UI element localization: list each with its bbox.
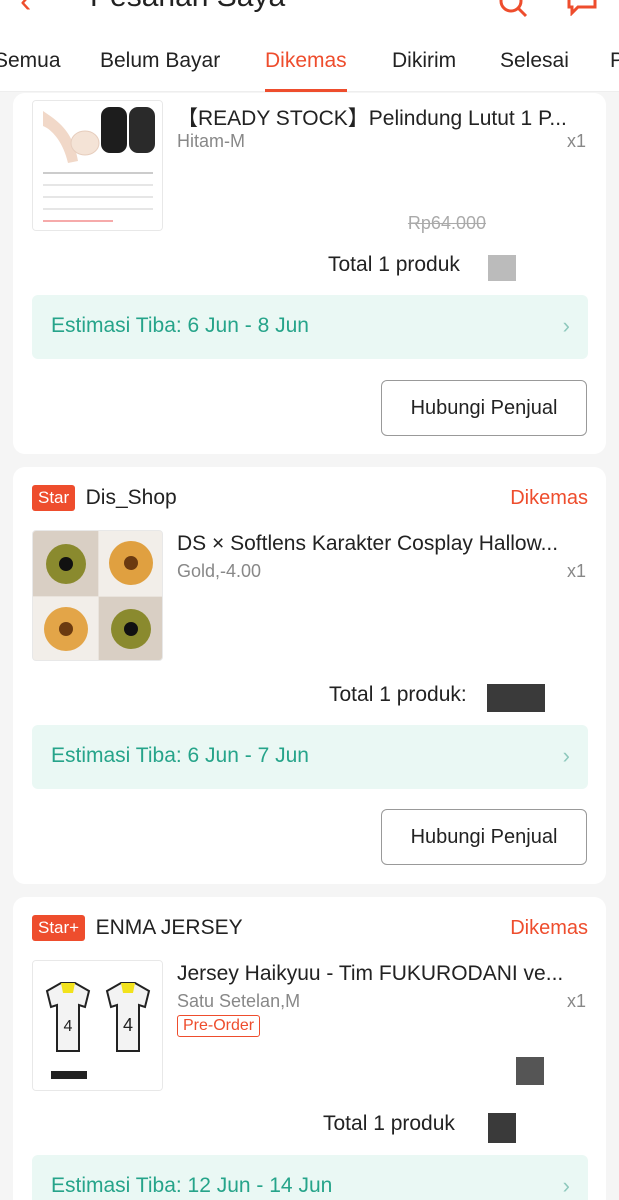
redacted-price [488,255,516,281]
redacted-price [487,684,545,712]
shop-name: ENMA JERSEY [95,916,243,939]
order-status: Dikemas [510,917,588,939]
chat-icon[interactable] [566,0,598,16]
eta-text: Estimasi Tiba: 6 Jun - 7 Jun [51,744,309,767]
page-title: Pesanan Saya [90,0,285,14]
tab-more[interactable]: P [610,49,619,92]
shop-header[interactable]: Star Dis_Shop Dikemas [32,485,588,513]
shop-badge: Star [32,485,76,511]
product-thumbnail[interactable]: 4 4 [32,960,163,1091]
tab-dikemas[interactable]: Dikemas [265,49,347,92]
tab-dikirim[interactable]: Dikirim [392,49,456,92]
order-total-label: Total 1 produk [328,253,460,276]
product-variant: Hitam-M [177,131,245,151]
softlens-image [33,531,162,660]
product-qty: x1 [566,991,586,1011]
product-qty: x1 [566,131,586,151]
eta-banner[interactable]: Estimasi Tiba: 6 Jun - 7 Jun › [32,725,588,789]
tab-selesai[interactable]: Selesai [500,49,569,92]
product-name[interactable]: 【READY STOCK】Pelindung Lutut 1 P... [177,102,587,132]
order-card: 【READY STOCK】Pelindung Lutut 1 P... Hita… [13,93,606,454]
contact-seller-button[interactable]: Hubungi Penjual [381,380,587,436]
contact-seller-button[interactable]: Hubungi Penjual [381,809,587,865]
product-name[interactable]: Jersey Haikyuu - Tim FUKURODANI ve... [177,962,587,986]
order-total-label: Total 1 produk [323,1112,455,1135]
order-card: Star+ ENMA JERSEY Dikemas 4 4 Jersey Hai… [13,897,606,1200]
tab-belum-bayar[interactable]: Belum Bayar [100,49,220,92]
eta-text: Estimasi Tiba: 6 Jun - 8 Jun [51,314,309,337]
top-bar: ‹ Pesanan Saya [0,0,619,36]
product-name[interactable]: DS × Softlens Karakter Cosplay Hallow... [177,532,587,556]
knee-pad-image [33,101,162,230]
order-card: Star Dis_Shop Dikemas DS × Softlens Kara… [13,467,606,884]
eta-banner[interactable]: Estimasi Tiba: 6 Jun - 8 Jun › [32,295,588,359]
svg-text:4: 4 [123,1015,133,1035]
order-status: Dikemas [510,487,588,509]
order-total-label: Total 1 produk: [329,683,467,706]
preorder-tag: Pre-Order [177,1015,261,1037]
eta-text: Estimasi Tiba: 12 Jun - 14 Jun [51,1174,333,1197]
chevron-right-icon: › [562,1173,570,1198]
search-icon[interactable] [498,0,528,18]
original-price: Rp64.000 [407,213,486,233]
redacted-price [516,1057,544,1085]
chevron-right-icon: › [562,313,570,338]
product-thumbnail[interactable] [32,530,163,661]
shop-name: Dis_Shop [85,486,177,509]
chevron-right-icon: › [562,743,570,768]
product-qty: x1 [566,561,586,581]
back-arrow-icon[interactable]: ‹ [20,0,31,21]
eta-banner[interactable]: Estimasi Tiba: 12 Jun - 14 Jun › [32,1155,588,1200]
jersey-image: 4 4 [33,961,162,1090]
product-variant: Gold,-4.00 [177,561,262,581]
tab-semua[interactable]: Semua [0,49,61,92]
order-status-tabs: Semua Belum Bayar Dikemas Dikirim Selesa… [0,36,619,92]
shop-header[interactable]: Star+ ENMA JERSEY Dikemas [32,915,588,943]
product-thumbnail[interactable] [32,100,163,231]
product-variant: Satu Setelan,M [177,991,301,1011]
redacted-price [488,1113,516,1143]
svg-text:4: 4 [64,1018,73,1035]
shop-badge: Star+ [32,915,86,941]
